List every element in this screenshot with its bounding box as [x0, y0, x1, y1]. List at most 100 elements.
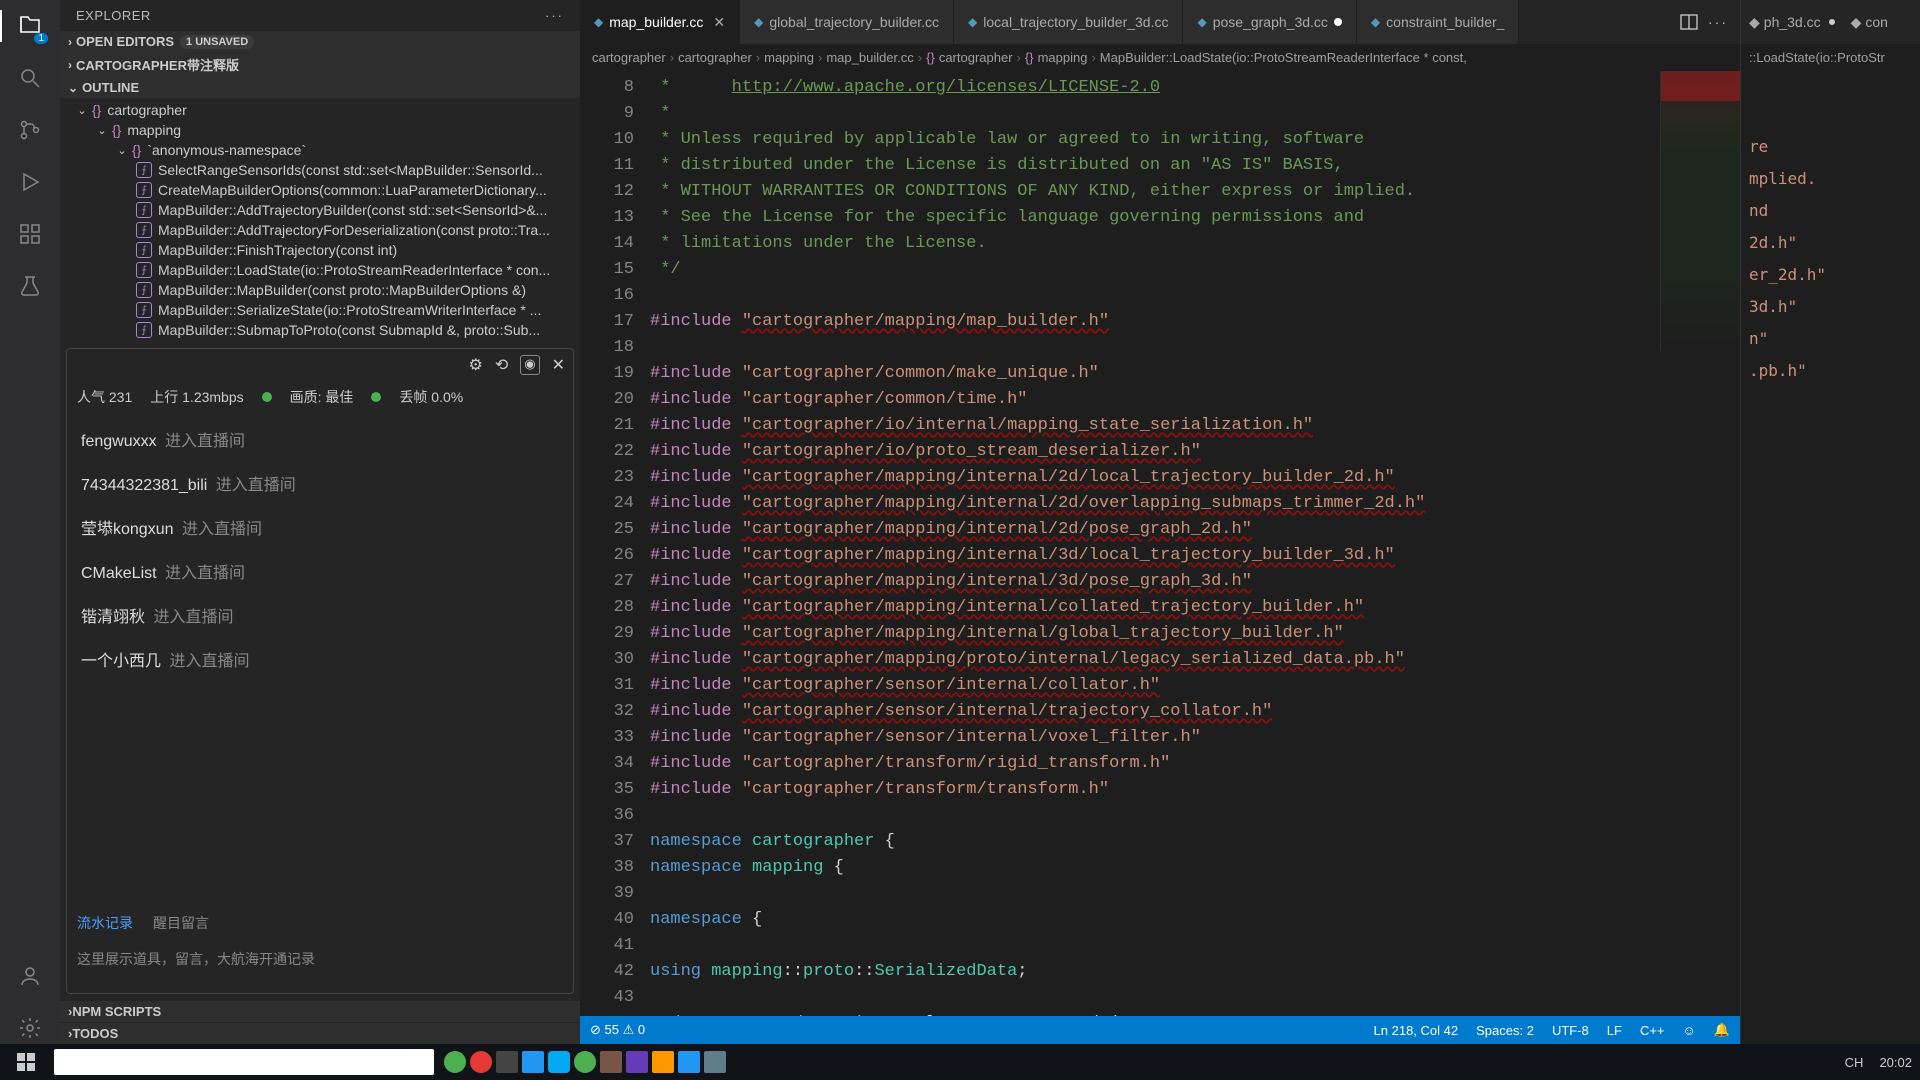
taskbar-app[interactable]: [470, 1051, 492, 1073]
sidebar-title: EXPLORER ···: [60, 0, 580, 31]
minimap[interactable]: [1660, 71, 1740, 351]
stream-tab-log[interactable]: 流水记录: [77, 913, 133, 933]
start-icon[interactable]: [8, 1048, 44, 1076]
taskbar-app[interactable]: [678, 1051, 700, 1073]
breadcrumb-item[interactable]: mapping: [1038, 50, 1088, 65]
windows-taskbar: CH 20:02: [0, 1044, 1920, 1080]
close-icon[interactable]: ✕: [552, 355, 565, 375]
editor-tab[interactable]: ◆pose_graph_3d.cc: [1183, 0, 1356, 44]
stream-panel: ⚙ ⟲ ◉ ✕ 人气 231 上行 1.23mbps 画质: 最佳 丢帧 0.0…: [66, 348, 574, 994]
explorer-badge: 1: [34, 33, 48, 44]
breadcrumb-right[interactable]: ::LoadState(io::ProtoStr: [1741, 44, 1920, 71]
test-icon[interactable]: [14, 270, 46, 302]
chevron-right-icon: ›: [68, 58, 72, 72]
taskbar-app[interactable]: [652, 1051, 674, 1073]
outline-namespace[interactable]: ⌄{}mapping: [60, 120, 580, 140]
bell-icon[interactable]: 🔔: [1714, 1022, 1730, 1038]
taskbar-app[interactable]: [496, 1051, 518, 1073]
open-editors-section[interactable]: › OPEN EDITORS 1 UNSAVED: [60, 31, 580, 52]
taskbar-search[interactable]: [54, 1049, 434, 1075]
account-icon[interactable]: [14, 960, 46, 992]
outline-function[interactable]: ⨍MapBuilder::AddTrajectoryBuilder(const …: [60, 200, 580, 220]
gear-icon[interactable]: ⚙: [469, 355, 483, 375]
outline-function[interactable]: ⨍MapBuilder::SubmapToProto(const SubmapI…: [60, 320, 580, 340]
clock[interactable]: 20:02: [1879, 1055, 1912, 1070]
editor-tabs: ◆map_builder.cc✕◆global_trajectory_build…: [580, 0, 1740, 44]
taskbar-app[interactable]: [626, 1051, 648, 1073]
unsaved-badge: 1 UNSAVED: [180, 35, 254, 49]
editor-tab[interactable]: ◆local_trajectory_builder_3d.cc: [954, 0, 1183, 44]
settings-gear-icon[interactable]: [14, 1012, 46, 1044]
status-dot-icon: [371, 392, 381, 402]
outline-function[interactable]: ⨍CreateMapBuilderOptions(common::LuaPara…: [60, 180, 580, 200]
debug-icon[interactable]: [14, 166, 46, 198]
project-section[interactable]: › CARTOGRAPHER带注释版: [60, 52, 580, 77]
search-icon[interactable]: [14, 62, 46, 94]
activity-bar: 1: [0, 0, 60, 1044]
chevron-down-icon: ⌄: [68, 81, 78, 95]
camera-icon[interactable]: ◉: [520, 355, 539, 375]
breadcrumb-item[interactable]: cartographer: [939, 50, 1013, 65]
editor-tab[interactable]: ◆global_trajectory_builder.cc: [740, 0, 954, 44]
code-editor[interactable]: * http://www.apache.org/licenses/LICENSE…: [650, 71, 1740, 1016]
close-icon[interactable]: ✕: [713, 14, 725, 31]
outline-function[interactable]: ⨍MapBuilder::MapBuilder(const proto::Map…: [60, 280, 580, 300]
tab-constraint-right[interactable]: ◆con: [1843, 14, 1896, 31]
status-errors[interactable]: ⊘ 55 ⚠ 0: [590, 1022, 645, 1038]
source-control-icon[interactable]: [14, 114, 46, 146]
stream-entry: 74344322381_bili 进入直播间: [77, 461, 563, 505]
line-gutter: 8910111213141516171819202122232425262728…: [580, 71, 650, 1016]
status-encoding[interactable]: UTF-8: [1552, 1023, 1589, 1038]
extensions-icon[interactable]: [14, 218, 46, 250]
editor-tab[interactable]: ◆map_builder.cc✕: [580, 0, 740, 44]
stream-stats: 人气 231 上行 1.23mbps 画质: 最佳 丢帧 0.0%: [67, 381, 573, 413]
breadcrumb-item[interactable]: map_builder.cc: [826, 50, 913, 65]
stream-entry: fengwuxxx 进入直播间: [77, 417, 563, 461]
ime-indicator[interactable]: CH: [1845, 1055, 1864, 1070]
dirty-indicator: [1334, 18, 1342, 26]
editor-tab[interactable]: ◆constraint_builder_: [1357, 0, 1520, 44]
status-spaces[interactable]: Spaces: 2: [1476, 1023, 1534, 1038]
taskbar-app[interactable]: [548, 1051, 570, 1073]
editor-area: ◆map_builder.cc✕◆global_trajectory_build…: [580, 0, 1740, 1044]
outline-function[interactable]: ⨍MapBuilder::FinishTrajectory(const int): [60, 240, 580, 260]
chevron-right-icon: ›: [68, 35, 72, 49]
breadcrumb[interactable]: cartographer›cartographer›mapping›map_bu…: [580, 44, 1740, 71]
stream-tab-superchat[interactable]: 醒目留言: [153, 913, 209, 933]
outline-namespace[interactable]: ⌄{}`anonymous-namespace`: [60, 140, 580, 160]
taskbar-app[interactable]: [600, 1051, 622, 1073]
breadcrumb-item[interactable]: cartographer: [592, 50, 666, 65]
explorer-icon[interactable]: 1: [14, 10, 46, 42]
tab-pose-graph-right[interactable]: ◆ph_3d.cc: [1741, 14, 1843, 31]
breadcrumb-item[interactable]: cartographer: [678, 50, 752, 65]
code-editor-right[interactable]: remplied.nd2d.h"er_2d.h"3d.h"n".pb.h": [1741, 71, 1920, 447]
stream-entry: CMakeList 进入直播间: [77, 549, 563, 593]
taskbar-app[interactable]: [522, 1051, 544, 1073]
status-bar: ⊘ 55 ⚠ 0 Ln 218, Col 42 Spaces: 2 UTF-8 …: [580, 1016, 1740, 1044]
breadcrumb-item[interactable]: mapping: [764, 50, 814, 65]
taskbar-app[interactable]: [574, 1051, 596, 1073]
stream-entry: 锴清翊秋 进入直播间: [77, 593, 563, 637]
feedback-icon[interactable]: ☺: [1683, 1023, 1696, 1038]
split-editor-icon[interactable]: [1680, 13, 1698, 31]
right-split-editor: ◆ph_3d.cc ◆con ::LoadState(io::ProtoStr …: [1740, 0, 1920, 1044]
status-eol[interactable]: LF: [1607, 1023, 1622, 1038]
more-icon[interactable]: ···: [545, 8, 564, 23]
status-cursor[interactable]: Ln 218, Col 42: [1374, 1023, 1459, 1038]
taskbar-app[interactable]: [444, 1051, 466, 1073]
more-icon[interactable]: ···: [1708, 14, 1728, 30]
status-lang[interactable]: C++: [1640, 1023, 1665, 1038]
outline-function[interactable]: ⨍MapBuilder::LoadState(io::ProtoStreamRe…: [60, 260, 580, 280]
refresh-icon[interactable]: ⟲: [495, 355, 508, 375]
outline-namespace[interactable]: ⌄{}cartographer: [60, 100, 580, 120]
taskbar-app[interactable]: [704, 1051, 726, 1073]
breadcrumb-item[interactable]: MapBuilder::LoadState(io::ProtoStreamRea…: [1100, 50, 1467, 65]
outline-function[interactable]: ⨍MapBuilder::AddTrajectoryForDeserializa…: [60, 220, 580, 240]
outline-section[interactable]: ⌄ OUTLINE: [60, 77, 580, 98]
stream-entry: 莹塨kongxun 进入直播间: [77, 505, 563, 549]
todos-section[interactable]: › TODOS: [60, 1023, 580, 1044]
outline-function[interactable]: ⨍SelectRangeSensorIds(const std::set<Map…: [60, 160, 580, 180]
outline-function[interactable]: ⨍MapBuilder::SerializeState(io::ProtoStr…: [60, 300, 580, 320]
npm-scripts-section[interactable]: › NPM SCRIPTS: [60, 1001, 580, 1022]
status-dot-icon: [262, 392, 272, 402]
